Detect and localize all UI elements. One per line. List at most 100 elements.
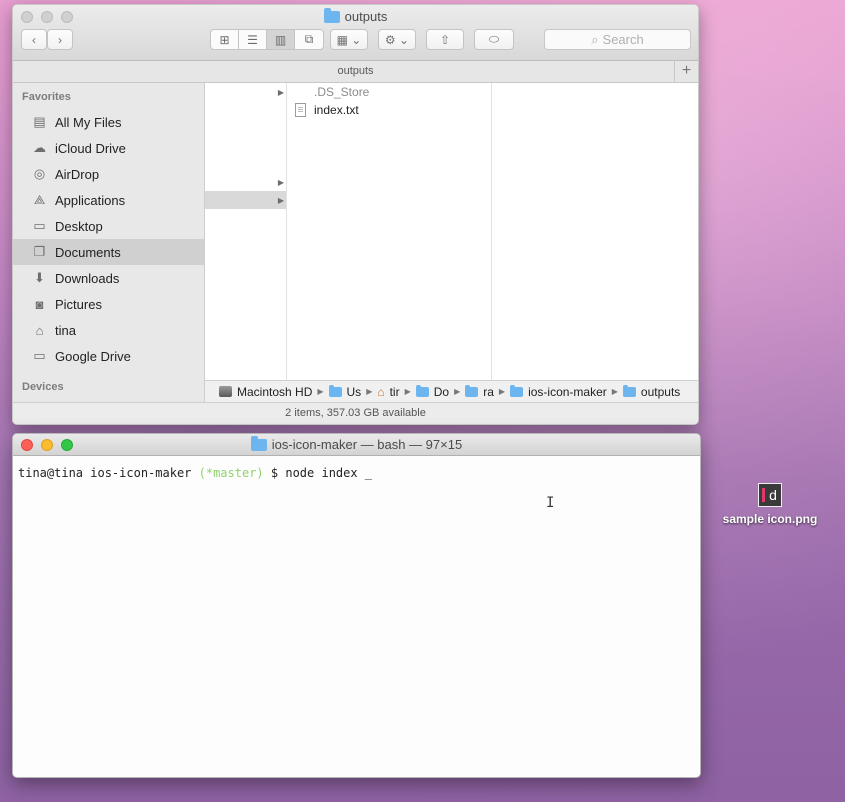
- path-item[interactable]: Do: [434, 385, 449, 399]
- column-browser: ▶ ▶ ▶ .DS_Store index.txt: [205, 83, 698, 380]
- folder-icon: [415, 384, 429, 397]
- path-item[interactable]: Macintosh HD: [237, 385, 312, 399]
- sidebar-header-devices: Devices: [22, 381, 64, 393]
- finder-window: outputs ‹ › ⊞ ☰ ▥ ⧉ ▦ ⌄ ⚙ ⌄ ⇧ ⬭ ⌕ Search…: [12, 4, 699, 425]
- disclosure-arrow-icon: ▶: [277, 177, 284, 187]
- tags-button[interactable]: ⬭: [474, 29, 514, 50]
- folder-icon: [510, 384, 524, 397]
- home-icon: ⌂: [377, 384, 385, 399]
- sidebar-item-label: iCloud Drive: [55, 140, 126, 156]
- file-name: .DS_Store: [314, 85, 370, 99]
- path-item[interactable]: ios-icon-maker: [528, 385, 607, 399]
- folder-icon: [250, 435, 267, 451]
- path-item[interactable]: tir: [390, 385, 400, 399]
- path-separator-icon: ▶: [366, 387, 373, 396]
- text-file-icon: [295, 103, 306, 117]
- share-icon: ⇧: [439, 32, 451, 47]
- desktop-icon: ▭: [33, 218, 46, 233]
- share-button[interactable]: ⇧: [426, 29, 464, 50]
- search-placeholder: Search: [602, 32, 644, 47]
- shell-command: $ node index _: [270, 466, 373, 480]
- sidebar-item-label: Desktop: [55, 218, 103, 234]
- column-view-button[interactable]: ▥: [267, 30, 295, 49]
- search-input[interactable]: ⌕ Search: [544, 29, 691, 50]
- path-item[interactable]: Us: [347, 385, 362, 399]
- terminal-content[interactable]: tina@tina ios-icon-maker (*master) $ nod…: [13, 456, 700, 490]
- sidebar-item-label: Downloads: [55, 270, 120, 286]
- all-files-icon: ▤: [33, 114, 46, 129]
- path-item[interactable]: ra: [483, 385, 494, 399]
- terminal-titlebar: ios-icon-maker — bash — 97×15: [13, 434, 700, 456]
- cover-flow-button[interactable]: ⧉: [295, 30, 323, 49]
- sidebar-item-applications[interactable]: ⟁ Applications: [13, 187, 204, 213]
- path-separator-icon: ▶: [498, 387, 506, 396]
- gear-icon: ⚙ ⌄: [384, 32, 410, 47]
- path-item[interactable]: outputs: [641, 385, 680, 399]
- column-outputs: .DS_Store index.txt: [287, 83, 492, 380]
- sidebar-item-airdrop[interactable]: ◎ AirDrop: [13, 161, 204, 187]
- file-name: index.txt: [314, 103, 359, 117]
- arrange-button[interactable]: ▦ ⌄: [330, 29, 368, 50]
- status-bar: 2 items, 357.03 GB available: [13, 402, 698, 424]
- download-icon: ⬇: [34, 270, 45, 285]
- sidebar-item-label: tina: [55, 322, 76, 338]
- list-item-selected[interactable]: ▶: [205, 191, 286, 209]
- path-separator-icon: ▶: [404, 387, 411, 396]
- action-button[interactable]: ⚙ ⌄: [378, 29, 416, 50]
- sidebar-item-desktop[interactable]: ▭ Desktop: [13, 213, 204, 239]
- tab-bar: outputs +: [13, 61, 698, 83]
- documents-icon: ❐: [33, 244, 46, 259]
- disclosure-arrow-icon: ▶: [277, 195, 284, 205]
- sidebar: Favorites ▤ All My Files ☁ iCloud Drive …: [13, 83, 205, 402]
- thumb-letter: d: [769, 487, 777, 503]
- search-icon: ⌕: [591, 31, 599, 47]
- path-separator-icon: ▶: [317, 387, 324, 396]
- terminal-title: ios-icon-maker — bash — 97×15: [13, 435, 700, 452]
- chevron-right-icon: ›: [58, 32, 62, 47]
- shell-prompt: tina@tina ios-icon-maker: [18, 466, 192, 480]
- tag-icon: ⬭: [488, 32, 500, 46]
- sidebar-item-downloads[interactable]: ⬇ Downloads: [13, 265, 204, 291]
- cloud-icon: ☁: [33, 140, 46, 155]
- desktop-file-label: sample icon.png: [722, 512, 818, 526]
- back-button[interactable]: ‹: [21, 29, 47, 50]
- finder-body: Favorites ▤ All My Files ☁ iCloud Drive …: [13, 83, 698, 424]
- file-row-ds-store[interactable]: .DS_Store: [287, 83, 491, 101]
- camera-icon: ◙: [35, 296, 44, 312]
- sidebar-item-google-drive[interactable]: ▭ Google Drive: [13, 343, 204, 369]
- sidebar-item-icloud-drive[interactable]: ☁ iCloud Drive: [13, 135, 204, 161]
- tab-outputs[interactable]: outputs: [337, 65, 373, 77]
- sidebar-item-label: All My Files: [55, 114, 122, 130]
- sidebar-item-label: Documents: [55, 244, 121, 260]
- file-row-index-txt[interactable]: index.txt: [287, 101, 491, 119]
- icon-view-button[interactable]: ⊞: [211, 30, 239, 49]
- sidebar-item-documents[interactable]: ❐ Documents: [13, 239, 204, 265]
- image-file-icon: d: [758, 483, 782, 507]
- sidebar-item-label: AirDrop: [55, 166, 100, 182]
- sidebar-item-tina[interactable]: ⌂ tina: [13, 317, 204, 343]
- folder-icon: ▭: [33, 348, 46, 363]
- sidebar-item-all-my-files[interactable]: ▤ All My Files: [13, 109, 204, 135]
- list-item[interactable]: ▶: [205, 173, 286, 191]
- new-tab-button[interactable]: +: [674, 61, 698, 82]
- desktop-file-sample-icon[interactable]: d sample icon.png: [710, 483, 830, 526]
- path-separator-icon: ▶: [611, 387, 618, 396]
- window-title: outputs: [13, 7, 698, 24]
- airdrop-icon: ◎: [33, 166, 46, 181]
- sidebar-item-pictures[interactable]: ◙ Pictures: [13, 291, 204, 317]
- folder-icon: [323, 7, 340, 23]
- window-title-text: outputs: [344, 9, 388, 24]
- git-branch: (*master): [198, 466, 264, 480]
- folder-icon: [328, 384, 342, 397]
- path-bar: Macintosh HD ▶ Us ▶ ⌂ tir ▶ Do ▶ ra ▶ io…: [205, 380, 698, 402]
- list-view-button[interactable]: ☰: [239, 30, 267, 49]
- folder-icon: [465, 384, 479, 397]
- sidebar-header-favorites: Favorites: [22, 91, 71, 103]
- disclosure-arrow-icon: ▶: [277, 87, 284, 97]
- terminal-window: ios-icon-maker — bash — 97×15 tina@tina …: [12, 433, 701, 778]
- sidebar-item-label: Google Drive: [55, 348, 131, 364]
- forward-button[interactable]: ›: [47, 29, 73, 50]
- list-item[interactable]: ▶: [205, 83, 286, 101]
- finder-toolbar: outputs ‹ › ⊞ ☰ ▥ ⧉ ▦ ⌄ ⚙ ⌄ ⇧ ⬭ ⌕ Search: [13, 5, 698, 61]
- grid-icon: ▦ ⌄: [336, 32, 362, 47]
